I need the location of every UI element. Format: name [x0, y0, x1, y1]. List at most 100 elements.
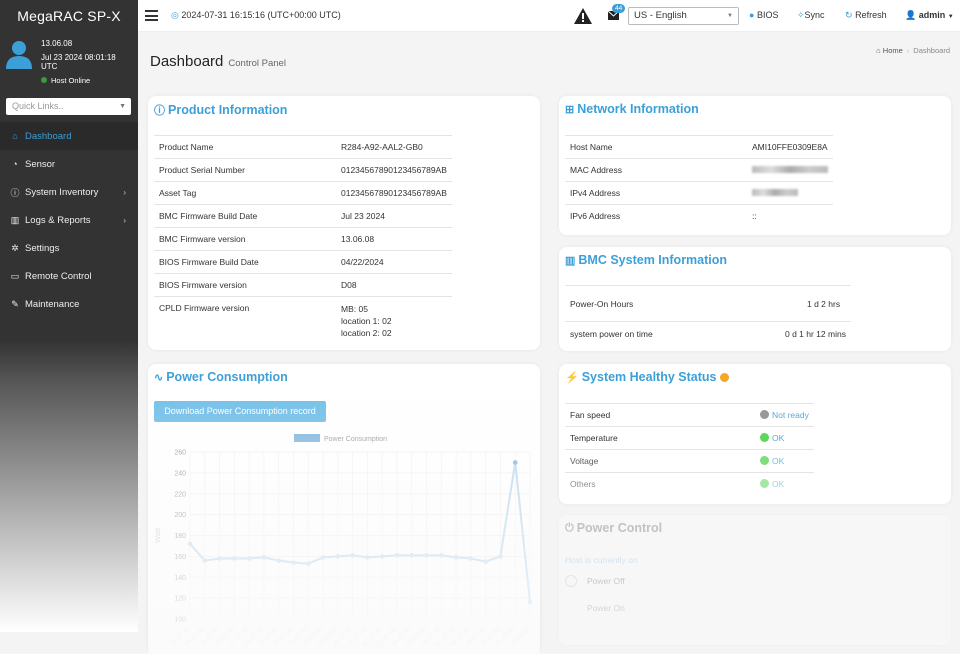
data-point: [454, 555, 459, 560]
heartbeat-icon: ∿: [154, 371, 163, 384]
table-row: IPv4 Address: [565, 182, 833, 205]
status-text[interactable]: Not ready: [772, 410, 809, 420]
row-label: system power on time: [565, 322, 747, 346]
quick-links-select[interactable]: Quick Links.. ▼: [6, 98, 131, 115]
data-point: [217, 556, 222, 561]
blurred-mac: [752, 166, 828, 173]
product-info-table: Product NameR284-A92-AAL2-GB0 Product Se…: [154, 135, 452, 341]
table-row: CPLD Firmware versionMB: 05location 1: 0…: [154, 297, 452, 341]
sidebar-item-label: Maintenance: [25, 299, 79, 310]
system-health-panel: ⚡System Healthy Status Fan speedNot read…: [559, 364, 951, 504]
sidebar-item-logs-reports[interactable]: ▥Logs & Reports›: [0, 206, 138, 234]
bmc-clock: ◎ 2024-07-31 16:15:16 (UTC+00:00 UTC): [171, 10, 341, 21]
row-label: BIOS Firmware Build Date: [154, 251, 336, 274]
status-text[interactable]: OK: [772, 479, 784, 489]
status-dot: [760, 456, 769, 465]
health-table: Fan speedNot ready TemperatureOK Voltage…: [565, 403, 814, 496]
page-subtitle: Control Panel: [228, 58, 286, 69]
y-tick-label: 240: [174, 470, 186, 477]
data-point: [232, 556, 237, 561]
monitor-icon: ▭: [10, 271, 20, 282]
status-text[interactable]: OK: [772, 456, 784, 466]
user-avatar-icon: [6, 40, 32, 70]
table-row: Product NameR284-A92-AAL2-GB0: [154, 136, 452, 159]
panel-title: ⊞Network Information: [565, 102, 699, 116]
row-value: 13.06.08: [336, 228, 452, 251]
download-power-record-button[interactable]: Download Power Consumption record: [154, 401, 326, 422]
chevron-down-icon: ▼: [727, 8, 733, 24]
brand-logo[interactable]: MegaRAC SP-X: [0, 0, 138, 32]
panel-title-text: BMC System Information: [578, 253, 727, 267]
row-label: Host Name: [565, 136, 747, 159]
sidebar-menu: ⌂Dashboard ◔Sensor ⓘSystem Inventory› ▥L…: [0, 122, 138, 318]
bios-link[interactable]: ● BIOS: [749, 10, 778, 20]
radio-button[interactable]: [565, 575, 577, 587]
sync-label: Sync: [805, 10, 825, 20]
y-tick-label: 140: [174, 575, 186, 582]
breadcrumb-current: Dashboard: [913, 46, 950, 55]
data-point: [469, 556, 474, 561]
data-point: [291, 560, 296, 565]
row-label: Product Serial Number: [154, 159, 336, 182]
menu-toggle-icon[interactable]: [145, 10, 158, 21]
user-menu[interactable]: 👤 admin ▼: [905, 10, 954, 21]
sidebar-item-settings[interactable]: ✲Settings: [0, 234, 138, 262]
data-point: [439, 553, 444, 558]
page-title-text: Dashboard: [150, 53, 223, 70]
bmc-datetime: Jul 23 2024 08:01:18 UTC: [41, 53, 121, 72]
user-label: admin: [919, 10, 946, 20]
row-value: 1 d 2 hrs: [747, 286, 851, 322]
chevron-right-icon: ›: [123, 216, 126, 225]
sidebar-item-label: Logs & Reports: [25, 215, 90, 226]
power-on-option[interactable]: Power On: [587, 603, 625, 613]
row-value: [747, 182, 833, 205]
notification-badge: 44: [612, 4, 625, 13]
panel-title: ⓘProduct Information: [154, 102, 287, 118]
status-text[interactable]: OK: [772, 433, 784, 443]
warning-icon[interactable]: [574, 8, 592, 24]
refresh-button[interactable]: ↻ Refresh: [845, 10, 887, 21]
row-value: OK: [755, 427, 814, 450]
status-dot: [760, 410, 769, 419]
data-point: [498, 554, 503, 559]
sidebar-item-sensor[interactable]: ◔Sensor: [0, 150, 138, 178]
sidebar-item-system-inventory[interactable]: ⓘSystem Inventory›: [0, 178, 138, 206]
power-off-option[interactable]: Power Off: [565, 575, 625, 587]
panel-title-text: Power Consumption: [166, 370, 288, 384]
clock-icon: ◎: [171, 10, 179, 20]
table-row: BIOS Firmware versionD08: [154, 274, 452, 297]
row-label: Asset Tag: [154, 182, 336, 205]
sidebar-item-label: Dashboard: [25, 131, 71, 142]
data-point: [336, 554, 341, 559]
data-point: [528, 600, 533, 605]
page-title: Dashboard Control Panel: [150, 53, 286, 70]
row-label: Temperature: [565, 427, 755, 450]
sidebar-item-maintenance[interactable]: ✎ Maintenance: [0, 290, 138, 318]
row-label: MAC Address: [565, 159, 747, 182]
language-select[interactable]: US - English▼: [628, 7, 739, 25]
series-line: [190, 462, 530, 602]
data-point: [483, 559, 488, 564]
y-tick-label: 120: [174, 596, 186, 603]
sidebar-item-dashboard[interactable]: ⌂Dashboard: [0, 122, 138, 150]
row-label: BMC Firmware Build Date: [154, 205, 336, 228]
data-point: [424, 553, 429, 558]
data-point: [202, 558, 207, 563]
top-navbar: ◎ 2024-07-31 16:15:16 (UTC+00:00 UTC) 44…: [138, 0, 960, 32]
cpld-line: MB: 05: [341, 303, 447, 315]
wrench-icon: ✎: [10, 299, 20, 310]
chevron-right-icon: ›: [123, 188, 126, 197]
data-point: [321, 555, 326, 560]
table-row: VoltageOK: [565, 450, 814, 473]
row-label: BIOS Firmware version: [154, 274, 336, 297]
y-tick-label: 200: [174, 512, 186, 519]
main-content: DashboardControl Panel ⌂ Home›Dashboard …: [138, 33, 960, 632]
sidebar-item-remote-control[interactable]: ▭Remote Control: [0, 262, 138, 290]
data-point: [306, 561, 311, 566]
sync-button[interactable]: ✧Sync: [797, 10, 825, 21]
bmc-system-information-panel: ▥BMC System Information Power-On Hours1 …: [559, 247, 951, 351]
breadcrumb-home[interactable]: Home: [883, 46, 903, 55]
gauge-icon: ◔: [10, 159, 20, 169]
table-row: IPv6 Address::: [565, 205, 833, 228]
gear-icon: ✲: [10, 243, 20, 254]
